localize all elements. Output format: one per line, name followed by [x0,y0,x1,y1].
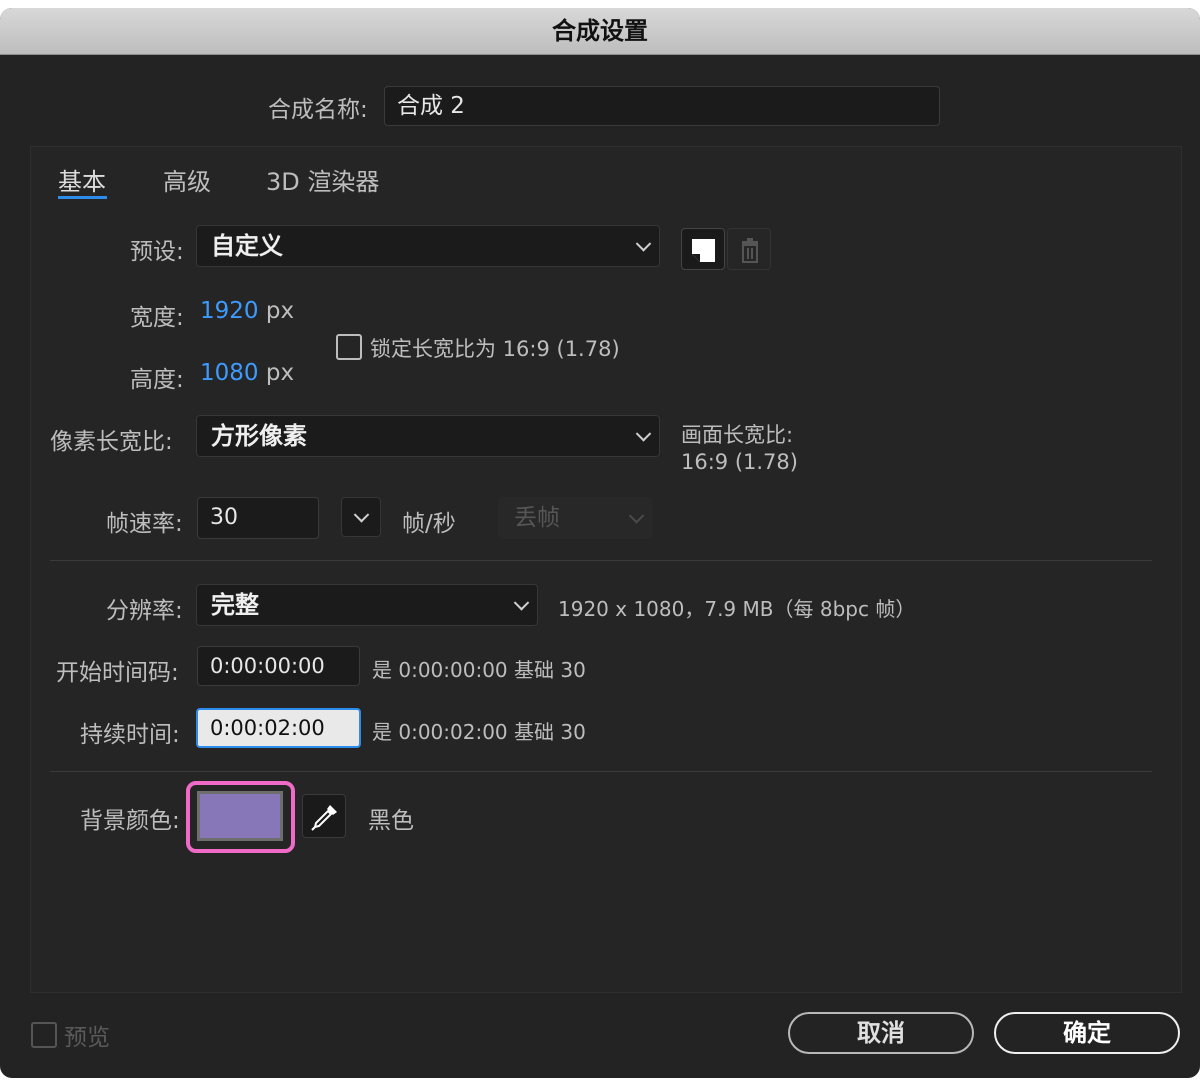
pixel-aspect-label: 像素长宽比: [50,429,173,455]
preset-value: 自定义 [211,232,283,260]
resolution-select[interactable]: 完整 [196,584,538,626]
pixel-aspect-value: 方形像素 [211,422,307,450]
height-value-group: 1080 px [200,360,294,386]
tab-basic[interactable]: 基本 [58,162,106,197]
width-unit: px [265,298,295,324]
background-color-swatch[interactable] [197,791,283,841]
resolution-value: 完整 [211,591,259,619]
preset-select[interactable]: 自定义 [196,225,660,267]
active-tab-indicator [58,196,107,199]
chevron-down-icon [353,507,370,523]
height-unit: px [265,360,295,386]
tab-advanced[interactable]: 高级 [163,162,211,197]
ok-button[interactable]: 确定 [994,1012,1180,1054]
duration-info: 是 0:00:02:00 基础 30 [372,720,586,744]
frame-rate-dropdown-button[interactable] [341,497,381,537]
tab-3d-renderer[interactable]: 3D 渲染器 [266,162,379,197]
start-timecode-info: 是 0:00:00:00 基础 30 [372,658,586,682]
frame-rate-input[interactable]: 30 [197,497,319,539]
duration-label: 持续时间: [80,722,180,748]
section-divider [50,771,1152,772]
resolution-info: 1920 x 1080，7.9 MB（每 8bpc 帧） [558,597,916,621]
comp-name-label: 合成名称: [268,97,368,123]
height-label: 高度: [130,367,184,393]
preview-label: 预览 [64,1025,110,1051]
chevron-down-icon [513,595,530,611]
chevron-down-icon [628,508,645,524]
background-color-label: 背景颜色: [80,808,180,834]
cancel-button[interactable]: 取消 [788,1012,974,1054]
new-preset-icon [692,239,715,262]
eyedropper-button[interactable] [302,794,346,838]
lock-aspect-checkbox[interactable] [336,334,362,360]
width-label: 宽度: [130,305,184,331]
comp-name-input[interactable]: 合成 2 [384,86,940,126]
preset-label: 预设: [130,239,184,265]
frame-aspect-value: 16:9 (1.78) [681,450,798,474]
settings-panel [30,146,1182,993]
background-color-name: 黑色 [368,808,414,834]
drop-frame-select[interactable]: 丢帧 [498,497,652,539]
section-divider [50,560,1152,561]
pixel-aspect-select[interactable]: 方形像素 [196,415,660,457]
resolution-label: 分辨率: [106,598,183,624]
duration-input[interactable]: 0:00:02:00 [196,708,361,748]
trash-icon [742,238,758,263]
chevron-down-icon [635,426,652,442]
eyedropper-icon [311,805,337,831]
start-timecode-label: 开始时间码: [56,660,179,686]
composition-settings-dialog: 合成设置 合成名称: 合成 2 基本 高级 3D 渲染器 预设: 自定义 宽度:… [0,8,1200,1078]
width-value-group: 1920 px [200,298,294,324]
new-preset-button[interactable] [681,228,725,270]
delete-preset-button[interactable] [727,228,771,270]
width-value[interactable]: 1920 [200,298,259,324]
start-timecode-input[interactable]: 0:00:00:00 [197,646,360,686]
frame-rate-label: 帧速率: [106,511,183,537]
drop-frame-value: 丢帧 [514,505,560,531]
window-title: 合成设置 [0,8,1200,55]
preview-checkbox[interactable] [31,1022,57,1048]
frame-rate-unit: 帧/秒 [402,511,456,537]
height-value[interactable]: 1080 [200,360,259,386]
frame-aspect-label: 画面长宽比: [681,423,794,447]
lock-aspect-label: 锁定长宽比为 16:9 (1.78) [370,337,620,361]
chevron-down-icon [635,236,652,252]
